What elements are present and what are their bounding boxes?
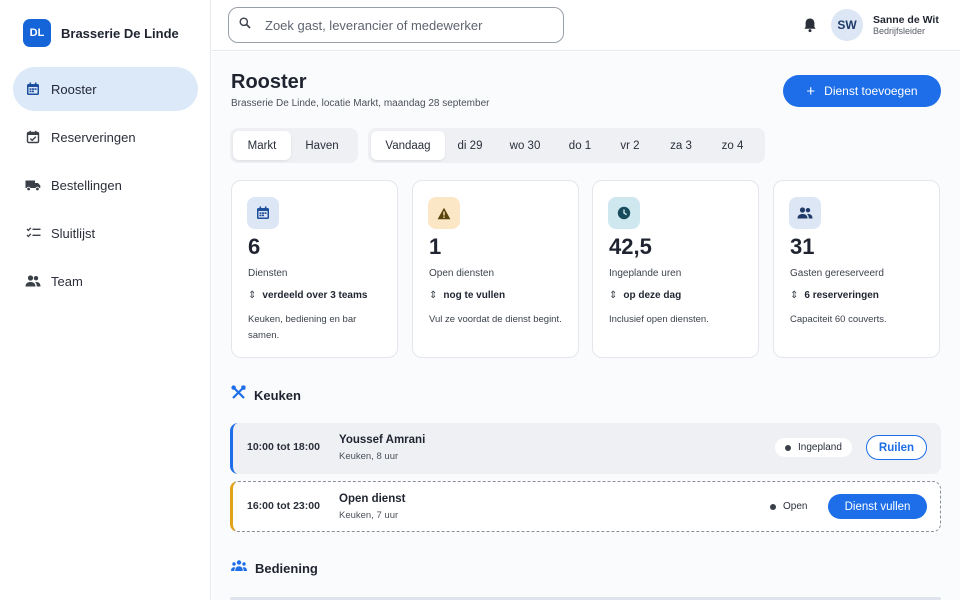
shift-row[interactable]: 10:00 tot 18:00 Youssef Amrani Keuken, 8… [230, 423, 941, 474]
stat-note: Capaciteit 60 couverts. [790, 314, 887, 325]
add-shift-label: Dienst toevoegen [824, 84, 918, 98]
add-shift-button[interactable]: + Dienst toevoegen [783, 75, 941, 107]
user-name: Sanne de Wit [873, 14, 939, 26]
main-content: Rooster Brasserie De Linde, locatie Mark… [212, 52, 960, 600]
sidebar-item-label: Rooster [51, 81, 97, 97]
sidebar-item-rooster[interactable]: Rooster [13, 67, 198, 111]
fill-shift-button[interactable]: Dienst vullen [828, 494, 927, 519]
stat-label: Open diensten [429, 268, 495, 279]
stat-value: 31 [790, 234, 815, 259]
stat-trend: ⇕ verdeeld over 3 teams [248, 290, 367, 301]
day-tab[interactable]: vr 2 [605, 131, 655, 160]
stat-trend: ⇕ nog te vullen [429, 290, 505, 301]
calendar-icon [25, 81, 41, 97]
stat-value: 1 [429, 234, 442, 259]
status-dot [770, 503, 776, 510]
search-input[interactable] [265, 17, 545, 33]
sidebar-item-label: Sluitlijst [51, 225, 96, 241]
sidebar-item-label: Reserveringen [51, 129, 136, 145]
stat-value: 6 [248, 234, 261, 259]
sidebar-nav: Rooster Reserveringen Bestellingen Sluit… [13, 67, 198, 307]
clock-icon [608, 197, 640, 229]
shift-employee: Open dienst [339, 493, 406, 505]
bell-icon[interactable] [801, 16, 819, 34]
status-text: Open [783, 501, 808, 512]
stat-note: Vul ze voordat de dienst begint. [429, 314, 562, 325]
stat-note: Inclusief open diensten. [609, 314, 709, 325]
section-title: Bediening [255, 560, 318, 576]
stat-note: Keuken, bediening en bar samen. [248, 314, 357, 341]
sort-icon: ⇕ [790, 290, 799, 301]
group-icon [231, 559, 247, 577]
day-tab[interactable]: do 1 [555, 131, 605, 160]
page-title: Rooster [231, 71, 307, 93]
shift-time: 10:00 tot 18:00 [247, 441, 320, 453]
checklist-icon [25, 225, 41, 241]
day-tab[interactable]: di 29 [445, 131, 495, 160]
people-icon [789, 197, 821, 229]
plus-icon: + [806, 82, 816, 100]
truck-icon [25, 177, 41, 193]
shift-employee: Youssef Amrani [339, 434, 426, 446]
sidebar-item-label: Team [51, 273, 83, 289]
day-tab[interactable]: wo 30 [495, 131, 555, 160]
sidebar-item-label: Bestellingen [51, 177, 122, 193]
shift-row-open[interactable]: 16:00 tot 23:00 Open dienst Keuken, 7 uu… [230, 481, 941, 532]
calendar-check-icon [25, 129, 41, 145]
day-tab-today[interactable]: Vandaag [371, 131, 445, 160]
status-badge: Open [760, 497, 817, 516]
calendar-icon [247, 197, 279, 229]
user-role: Bedrijfsleider [873, 26, 926, 36]
warning-icon [428, 197, 460, 229]
location-haven[interactable]: Haven [291, 131, 353, 160]
people-icon [25, 273, 41, 289]
sort-icon: ⇕ [248, 290, 257, 301]
sidebar: DL Brasserie De Linde Rooster Reserverin… [0, 0, 211, 600]
section-kitchen-heading: Keuken [231, 385, 301, 405]
sidebar-item-team[interactable]: Team [13, 259, 198, 303]
stat-trend: ⇕ op deze dag [609, 290, 681, 301]
stat-label: Ingeplande uren [609, 268, 682, 279]
page-subtitle: Brasserie De Linde, locatie Markt, maand… [231, 98, 490, 109]
location-markt[interactable]: Markt [233, 131, 291, 160]
avatar[interactable]: SW [831, 9, 863, 41]
stat-card-shifts: 6 Diensten ⇕ verdeeld over 3 teams Keuken… [231, 180, 398, 358]
stat-trend: ⇕ 6 reserveringen [790, 290, 879, 301]
status-text: Ingepland [798, 442, 842, 453]
stat-card-open-shifts: 1 Open diensten ⇕ nog te vullen Vul ze vo… [412, 180, 579, 358]
day-switch: Vandaag di 29 wo 30 do 1 vr 2 za 3 zo 4 [368, 128, 765, 163]
search-box[interactable] [228, 7, 564, 43]
day-tab[interactable]: za 3 [655, 131, 707, 160]
stat-label: Diensten [248, 268, 288, 279]
sidebar-item-reserveringen[interactable]: Reserveringen [13, 115, 198, 159]
status-dot [785, 444, 791, 451]
sidebar-item-sluitlijst[interactable]: Sluitlijst [13, 211, 198, 255]
stat-card-guests: 31 Gasten gereserveerd ⇕ 6 reserveringen … [773, 180, 940, 358]
stat-trend-text: op deze dag [623, 290, 682, 301]
topbar: SW Sanne de Wit Bedrijfsleider [212, 0, 960, 51]
sort-icon: ⇕ [429, 290, 438, 301]
shift-meta: Keuken, 8 uur [339, 451, 399, 462]
section-service-heading: Bediening [231, 559, 318, 577]
stat-trend-text: nog te vullen [443, 290, 506, 301]
stat-label: Gasten gereserveerd [790, 268, 884, 279]
status-badge: Ingepland [775, 438, 852, 457]
stat-card-hours: 42,5 Ingeplande uren ⇕ op deze dag Inclus… [592, 180, 759, 358]
location-switch: Markt Haven [230, 128, 358, 163]
section-title: Keuken [254, 387, 301, 403]
brand-name: Brasserie De Linde [61, 25, 179, 41]
tools-icon [231, 385, 246, 405]
shift-time: 16:00 tot 23:00 [247, 500, 320, 512]
stat-trend-text: verdeeld over 3 teams [262, 290, 368, 301]
swap-button[interactable]: Ruilen [866, 435, 927, 460]
stat-value: 42,5 [609, 234, 652, 259]
sidebar-item-bestellingen[interactable]: Bestellingen [13, 163, 198, 207]
stat-trend-text: 6 reserveringen [804, 290, 879, 301]
day-tab[interactable]: zo 4 [707, 131, 758, 160]
brand-logo: DL [23, 19, 51, 47]
brand[interactable]: DL Brasserie De Linde [23, 19, 179, 47]
search-icon [239, 16, 251, 34]
sort-icon: ⇕ [609, 290, 618, 301]
shift-meta: Keuken, 7 uur [339, 510, 399, 521]
